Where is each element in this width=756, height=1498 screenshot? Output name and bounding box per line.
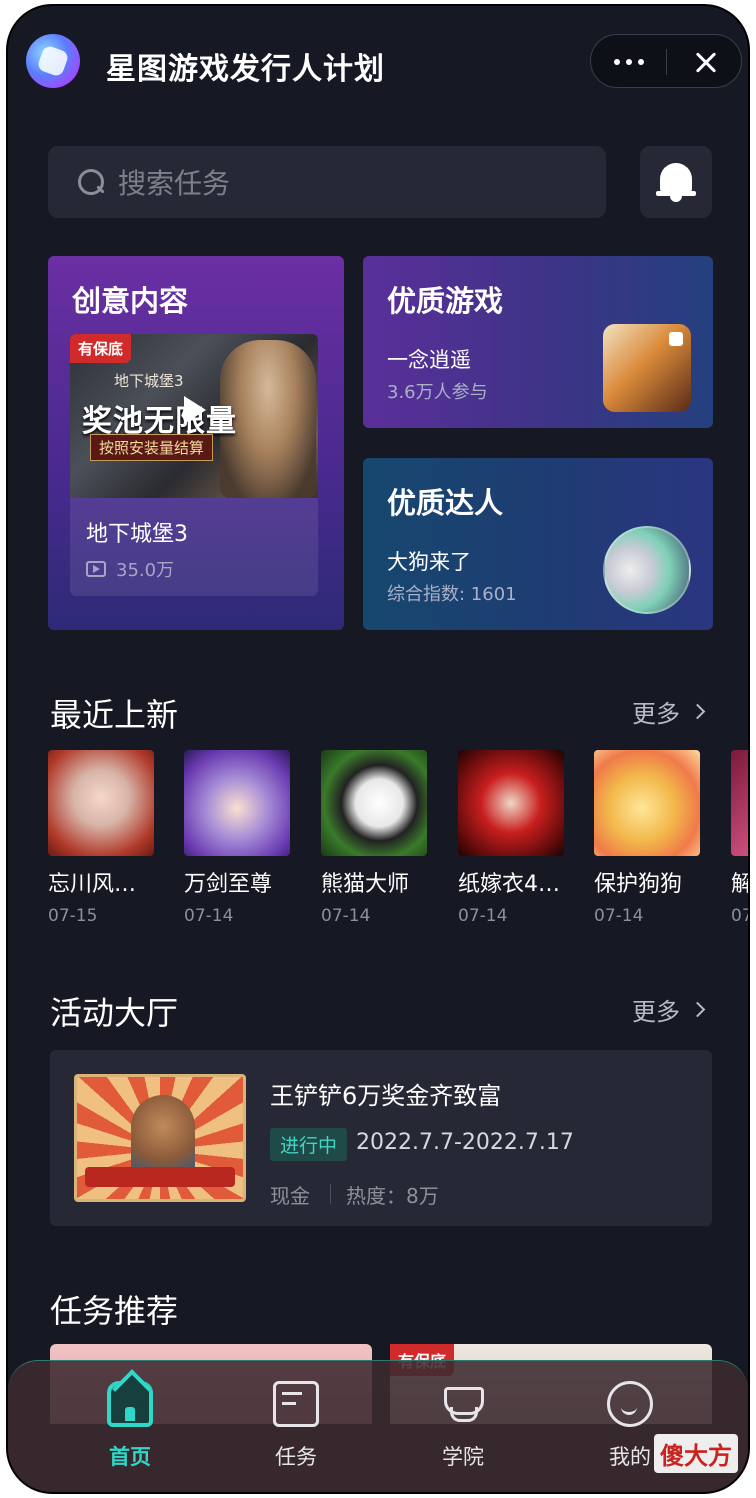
mini-program-capsule	[590, 34, 742, 88]
list-item[interactable]: 熊猫大师 07-14	[321, 750, 429, 926]
event-heat: 热度：8万	[346, 1184, 439, 1208]
game-date: 07-14	[458, 906, 508, 926]
bell-icon	[660, 163, 692, 193]
game-cover-image	[603, 324, 691, 412]
tab-label: 首页	[109, 1445, 151, 1469]
tab-academy[interactable]: 学院	[403, 1381, 523, 1471]
event-reward-type: 现金	[270, 1184, 310, 1208]
game-thumbnail	[48, 750, 154, 856]
game-date: 07-14	[594, 906, 644, 926]
watermark-logo: 傻大方	[654, 1434, 738, 1473]
game-name: 万剑至尊	[184, 872, 273, 897]
event-banner-ribbon	[85, 1167, 235, 1187]
events-section-title: 活动大厅	[50, 994, 179, 1032]
ellipsis-icon	[613, 59, 620, 65]
tasks-section-title: 任务推荐	[50, 1292, 179, 1330]
notification-button[interactable]	[640, 146, 712, 218]
views-count: 35.0万	[116, 560, 175, 581]
ellipsis-dot	[637, 59, 644, 65]
recent-section-title: 最近上新	[50, 696, 179, 734]
recent-games-list: 忘川风… 07-15 万剑至尊 07-14 熊猫大师 07-14 纸嫁衣4… 0…	[48, 750, 748, 940]
quality-creator-card[interactable]: 优质达人 大狗来了 综合指数: 1601	[363, 458, 713, 630]
tab-label: 任务	[275, 1445, 317, 1469]
chevron-right-icon	[689, 1001, 706, 1018]
more-label: 更多	[632, 700, 680, 728]
app-title: 星图游戏发行人计划	[106, 52, 385, 87]
video-title: 地下城堡3	[86, 522, 188, 547]
more-options-button[interactable]	[591, 35, 666, 89]
game-name: 纸嫁衣4…	[458, 872, 560, 897]
game-date: 07-14	[321, 906, 371, 926]
guarantee-badge: 有保底	[70, 334, 132, 363]
game-date: 07	[731, 906, 748, 926]
more-label: 更多	[632, 998, 680, 1026]
game-participants: 3.6万人参与	[387, 382, 488, 403]
smiley-icon	[607, 1381, 653, 1427]
tab-tasks[interactable]: 任务	[236, 1381, 356, 1471]
video-card[interactable]: 有保底 地下城堡3 奖池无限量 按照安装量结算 地下城堡3 35.0万	[70, 334, 318, 596]
game-name: 解	[731, 866, 748, 898]
graduation-cap-icon	[440, 1381, 486, 1427]
event-banner-person	[131, 1095, 195, 1173]
event-banner-image	[74, 1074, 246, 1202]
tab-label: 学院	[442, 1445, 484, 1469]
divider	[330, 1184, 331, 1204]
play-icon[interactable]	[184, 396, 206, 424]
app-window: 星图游戏发行人计划 搜索任务 创意内容 有保底 地下城堡3 奖池无限量 按照安装…	[6, 4, 750, 1494]
game-date: 07-14	[184, 906, 234, 926]
list-item[interactable]: 万剑至尊 07-14	[184, 750, 292, 926]
game-name: 忘川风…	[48, 872, 137, 897]
video-icon	[86, 561, 106, 577]
status-badge: 进行中	[270, 1128, 348, 1161]
game-name: 熊猫大师	[321, 872, 410, 897]
game-thumbnail	[184, 750, 290, 856]
events-more-link[interactable]: 更多	[632, 992, 706, 1027]
list-item[interactable]: 纸嫁衣4… 07-14	[458, 750, 566, 926]
card-title: 创意内容	[72, 284, 189, 318]
creative-content-card[interactable]: 创意内容 有保底 地下城堡3 奖池无限量 按照安装量结算 地下城堡3 35.0万	[48, 256, 344, 630]
list-item[interactable]: 保护狗狗 07-14	[594, 750, 702, 926]
thumbnail-subtitle: 按照安装量结算	[90, 434, 214, 461]
thumbnail-game-logo: 地下城堡3	[114, 372, 184, 390]
app-logo	[26, 34, 80, 88]
event-card[interactable]: 王铲铲6万奖金齐致富 进行中 2022.7.7-2022.7.17 现金 热度：…	[50, 1050, 712, 1226]
video-views: 35.0万	[86, 556, 174, 582]
task-icon	[273, 1381, 319, 1427]
bell-icon-clapper	[670, 196, 682, 202]
game-name: 一念逍遥	[387, 348, 471, 372]
chevron-right-icon	[689, 703, 706, 720]
tab-home[interactable]: 首页	[70, 1381, 190, 1471]
list-item[interactable]: 解 07	[731, 750, 748, 926]
list-item[interactable]: 忘川风… 07-15	[48, 750, 156, 926]
card-title: 优质达人	[387, 486, 504, 520]
header: 星图游戏发行人计划	[8, 6, 748, 124]
game-thumbnail	[594, 750, 700, 856]
quality-game-card[interactable]: 优质游戏 一念逍遥 3.6万人参与	[363, 256, 713, 428]
home-icon	[107, 1381, 153, 1427]
creator-name: 大狗来了	[387, 550, 471, 574]
card-title: 优质游戏	[387, 284, 504, 318]
event-date-range: 2022.7.7-2022.7.17	[356, 1130, 574, 1155]
creator-score: 综合指数: 1601	[387, 584, 517, 605]
search-icon	[76, 167, 106, 197]
bottom-tab-bar: 首页 任务 学院 我的	[8, 1360, 748, 1492]
event-title: 王铲铲6万奖金齐致富	[270, 1082, 502, 1110]
game-thumbnail	[731, 750, 748, 856]
game-date: 07-15	[48, 906, 98, 926]
search-bar[interactable]: 搜索任务	[48, 146, 606, 218]
game-thumbnail	[321, 750, 427, 856]
game-thumbnail	[458, 750, 564, 856]
video-thumbnail: 有保底 地下城堡3 奖池无限量 按照安装量结算	[70, 334, 318, 498]
creator-avatar	[603, 526, 691, 614]
game-name: 保护狗狗	[594, 872, 683, 897]
ellipsis-dot	[625, 59, 632, 65]
search-placeholder: 搜索任务	[118, 167, 231, 200]
close-button[interactable]	[667, 35, 743, 89]
recent-more-link[interactable]: 更多	[632, 694, 706, 729]
